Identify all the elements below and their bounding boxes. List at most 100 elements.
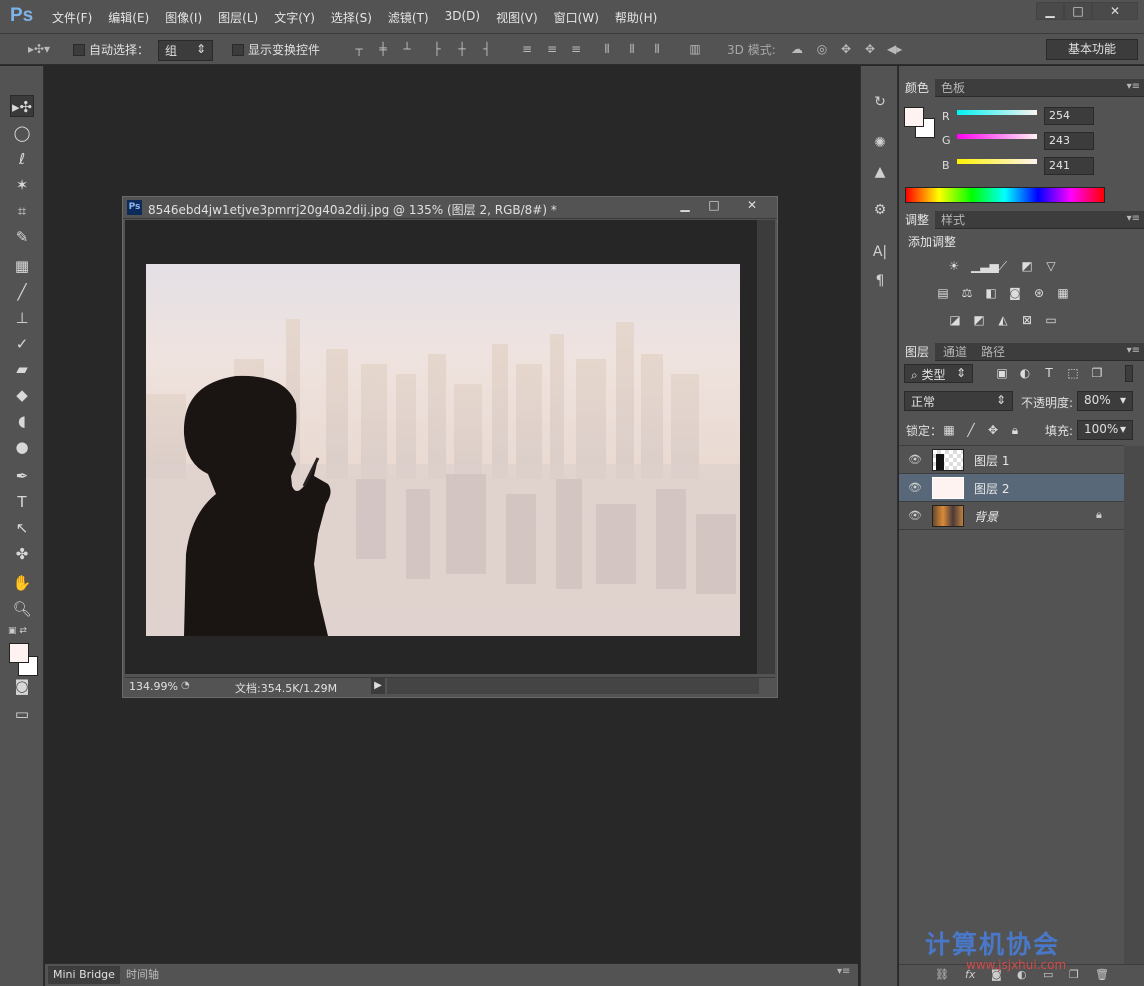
history-brush-icon[interactable]: ✓ <box>10 333 34 355</box>
panel-menu-icon[interactable]: ▾≡ <box>1127 345 1140 356</box>
panel-menu-icon[interactable]: ▾≡ <box>1127 213 1140 224</box>
paragraph-panel-icon[interactable]: ¶ <box>869 270 891 292</box>
color-spectrum-ramp[interactable] <box>905 187 1105 203</box>
menu-image[interactable]: 图像(I) <box>157 9 210 26</box>
character-panel-icon[interactable]: A| <box>869 241 891 263</box>
maximize-button[interactable]: □ <box>1064 2 1092 20</box>
hue-saturation-icon[interactable]: ▤ <box>935 286 951 300</box>
doc-close-button[interactable]: ✕ <box>729 198 775 216</box>
delete-layer-icon[interactable]: 🗑︎ <box>1095 968 1109 981</box>
link-layers-icon[interactable]: ⛓ <box>935 968 949 981</box>
red-value-field[interactable]: 254 <box>1044 107 1094 125</box>
levels-icon[interactable]: ▁▃▅ <box>971 259 999 273</box>
photo-filter-icon[interactable]: ◙ <box>1007 286 1023 300</box>
layer-filter-dropdown[interactable]: ⌕ 类型 ⇕ <box>904 364 973 383</box>
layer-name[interactable]: 图层 2 <box>974 480 1009 497</box>
filter-adjustment-icon[interactable]: ◐ <box>1017 366 1033 380</box>
hand-tool-icon[interactable]: ✋ <box>10 572 34 594</box>
menu-window[interactable]: 窗口(W) <box>546 9 607 26</box>
document-canvas[interactable] <box>125 220 757 674</box>
tab-color[interactable]: 颜色 <box>899 79 936 97</box>
menu-type[interactable]: 文字(Y) <box>266 9 323 26</box>
layer-row-1[interactable]: 👁︎ 图层 1 <box>899 446 1124 474</box>
menu-layer[interactable]: 图层(L) <box>210 9 266 26</box>
clone-source-icon[interactable]: ⚙ <box>869 199 891 221</box>
type-tool-icon[interactable]: T <box>10 491 34 513</box>
history-panel-icon[interactable]: ↻ <box>869 91 891 113</box>
distribute-hcenter-icon[interactable]: ⫴ <box>625 42 639 56</box>
color-lookup-icon[interactable]: ▦ <box>1055 286 1071 300</box>
blur-tool-icon[interactable]: ◖ <box>10 410 34 432</box>
screen-mode-icon[interactable]: ▭ <box>10 703 34 725</box>
layer-name[interactable]: 背景 <box>974 508 998 525</box>
auto-select-checkbox[interactable]: 自动选择： <box>73 41 149 58</box>
quick-mask-icon[interactable]: ◙ <box>10 675 34 697</box>
move-tool-icon[interactable]: ▸✣▾ <box>22 42 56 56</box>
menu-select[interactable]: 选择(S) <box>323 9 380 26</box>
paint-bucket-icon[interactable]: ◆ <box>10 384 34 406</box>
eye-icon[interactable]: 👁︎ <box>908 481 922 494</box>
distribute-right-icon[interactable]: ⫴ <box>650 42 664 56</box>
healing-brush-icon[interactable]: ▦ <box>10 255 34 277</box>
gradient-map-icon[interactable]: ▭ <box>1043 313 1059 327</box>
3d-slide-icon[interactable]: ✥ <box>863 42 877 56</box>
invert-icon[interactable]: ◪ <box>947 313 963 327</box>
align-hcenter-icon[interactable]: ┼ <box>455 42 469 56</box>
menu-edit[interactable]: 编辑(E) <box>100 9 157 26</box>
marquee-tool-icon[interactable]: ◯ <box>10 122 34 144</box>
menu-3d[interactable]: 3D(D) <box>437 9 488 26</box>
vibrance-icon[interactable]: ▽ <box>1043 259 1059 273</box>
lock-image-icon[interactable]: ╱ <box>963 423 979 437</box>
fill-field[interactable]: 100% ▾ <box>1077 420 1133 440</box>
green-value-field[interactable]: 243 <box>1044 132 1094 150</box>
filter-toggle-switch[interactable] <box>1125 365 1133 382</box>
document-image[interactable] <box>146 264 740 636</box>
eraser-tool-icon[interactable]: ▰ <box>10 358 34 380</box>
3d-orbit-icon[interactable]: ☁ <box>790 42 804 56</box>
document-titlebar[interactable]: Ps 8546ebd4jw1etjve3pmrrj20g40a2dij.jpg … <box>123 197 777 219</box>
panel-menu-icon[interactable]: ▾≡ <box>1127 81 1140 92</box>
exposure-icon[interactable]: ◩ <box>1019 259 1035 273</box>
horizontal-scrollbar[interactable] <box>387 678 759 694</box>
threshold-icon[interactable]: ◭ <box>995 313 1011 327</box>
3d-roll-icon[interactable]: ◎ <box>815 42 829 56</box>
curves-icon[interactable]: ⟋ <box>995 259 1011 273</box>
tab-adjustments[interactable]: 调整 <box>899 211 936 229</box>
color-balance-icon[interactable]: ⚖ <box>959 286 975 300</box>
default-colors-icon[interactable]: ▣ ⇄ <box>8 626 27 636</box>
selective-color-icon[interactable]: ⊠ <box>1019 313 1035 327</box>
eyedropper-icon[interactable]: ✎ <box>10 226 34 248</box>
menu-help[interactable]: 帮助(H) <box>607 9 665 26</box>
filter-pixel-icon[interactable]: ▣ <box>994 366 1010 380</box>
filter-type-icon[interactable]: T <box>1041 366 1057 380</box>
tab-channels[interactable]: 通道 <box>937 343 973 361</box>
status-menu-arrow-icon[interactable]: ▶ <box>371 678 385 694</box>
magic-wand-icon[interactable]: ✶ <box>10 174 34 196</box>
filter-smart-object-icon[interactable]: ❐ <box>1089 366 1105 380</box>
red-slider[interactable] <box>957 110 1037 115</box>
eye-icon[interactable]: 👁︎ <box>908 509 922 522</box>
tab-mini-bridge[interactable]: Mini Bridge <box>48 966 120 984</box>
blue-value-field[interactable]: 241 <box>1044 157 1094 175</box>
align-vcenter-icon[interactable]: ╪ <box>376 42 390 56</box>
minimize-button[interactable]: ▁ <box>1036 2 1064 20</box>
vertical-scrollbar[interactable] <box>757 220 775 674</box>
zoom-tool-icon[interactable]: 🔍︎ <box>10 598 34 620</box>
pen-tool-icon[interactable]: ✒ <box>10 465 34 487</box>
status-info-icon[interactable]: ◔ <box>181 680 195 693</box>
distribute-bottom-icon[interactable]: ≡ <box>569 42 583 56</box>
tab-timeline[interactable]: 时间轴 <box>121 966 164 984</box>
align-bottom-icon[interactable]: ┴ <box>400 42 414 56</box>
tab-paths[interactable]: 路径 <box>975 343 1011 361</box>
black-white-icon[interactable]: ◧ <box>983 286 999 300</box>
3d-pan-icon[interactable]: ✥ <box>839 42 853 56</box>
foreground-color-swatch[interactable] <box>9 643 29 663</box>
dodge-tool-icon[interactable]: ● <box>10 436 34 458</box>
opacity-field[interactable]: 80% ▾ <box>1077 391 1133 411</box>
lasso-tool-icon[interactable]: ℓ <box>10 148 34 170</box>
shape-tool-icon[interactable]: ✤ <box>10 543 34 565</box>
stamp-tool-icon[interactable]: ⊥ <box>10 307 34 329</box>
tab-swatches[interactable]: 色板 <box>935 79 971 97</box>
close-button[interactable]: ✕ <box>1092 2 1138 20</box>
tab-styles[interactable]: 样式 <box>935 211 971 229</box>
